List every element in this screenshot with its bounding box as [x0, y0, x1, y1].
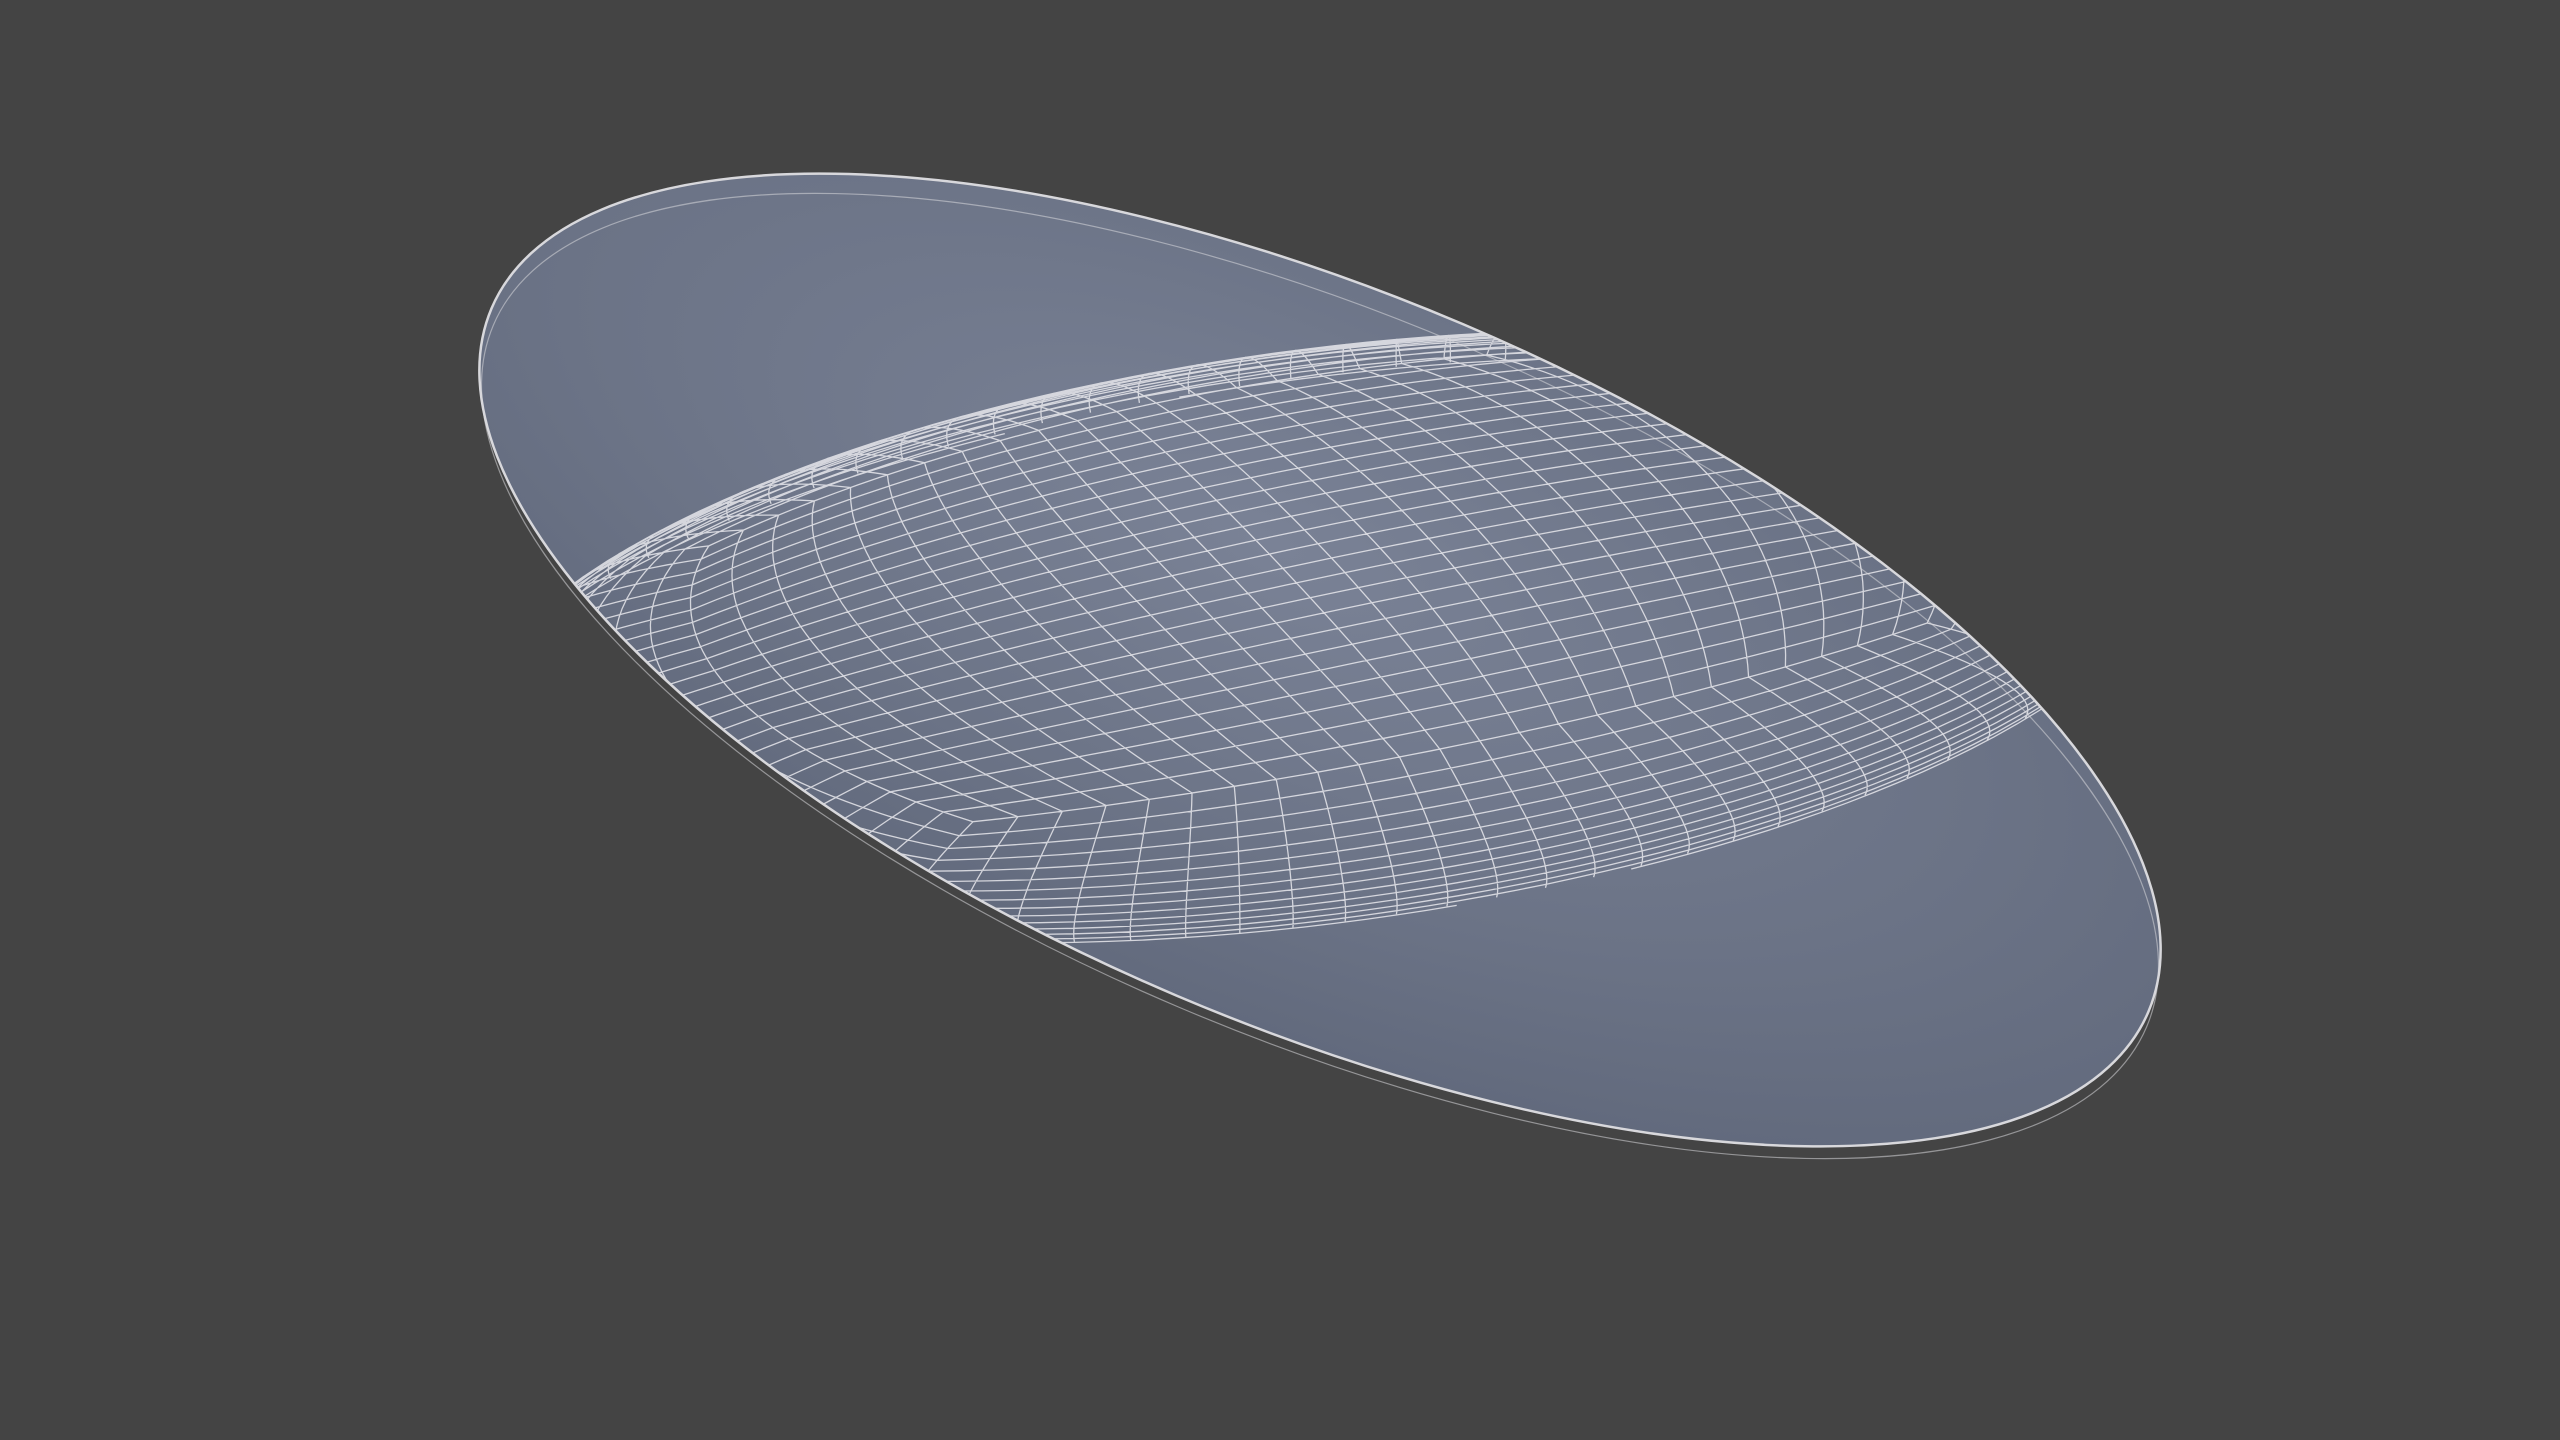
3d-viewport[interactable]: [0, 0, 2560, 1440]
viewport-canvas: [0, 0, 2560, 1440]
